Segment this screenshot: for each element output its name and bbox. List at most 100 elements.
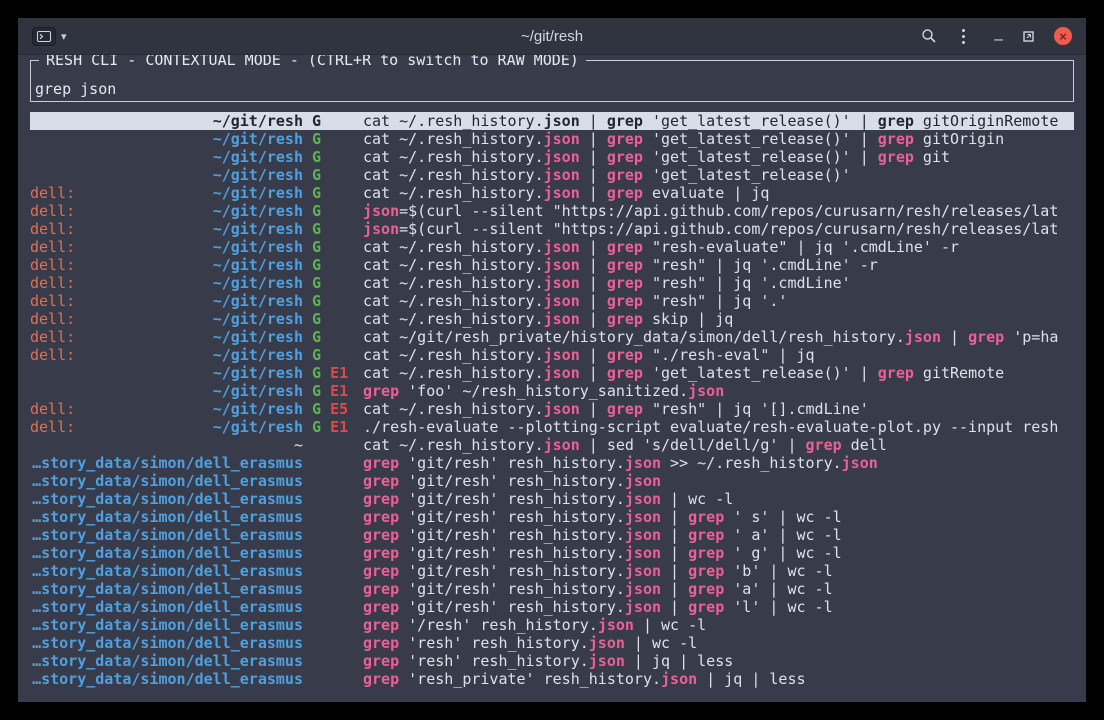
history-row[interactable]: dell:~/git/reshGcat ~/.resh_history.json… [30, 346, 1074, 364]
directory-label: …story_data/simon/dell_erasmus [32, 454, 303, 472]
match-highlight: json [625, 454, 661, 472]
terminal-screen: RESH CLI - CONTEXTUAL MODE - (CTRL+R to … [18, 55, 1086, 702]
history-row[interactable]: dell:~/git/reshGcat ~/git/resh_private/h… [30, 328, 1074, 346]
history-row[interactable]: ~/git/reshGcat ~/.resh_history.json | gr… [30, 112, 1074, 130]
command-text: cat ~/.resh_history.json | grep "resh" |… [363, 274, 1074, 292]
directory-label: ~/git/resh [213, 382, 303, 400]
status-flags [303, 670, 363, 688]
match-highlight: json [598, 616, 634, 634]
status-flags: G E1 [303, 382, 363, 400]
status-flags: G [303, 346, 363, 364]
host-label: dell: [30, 400, 75, 418]
minimize-button[interactable]: – [994, 26, 1003, 46]
search-icon[interactable] [921, 26, 937, 46]
match-highlight: json [544, 274, 580, 292]
match-highlight: grep [363, 526, 399, 544]
history-row[interactable]: …story_data/simon/dell_erasmusgrep '/res… [30, 616, 1074, 634]
history-row[interactable]: dell:~/git/reshG E5cat ~/.resh_history.j… [30, 400, 1074, 418]
flag-G: G [312, 400, 321, 418]
status-flags [303, 598, 363, 616]
resh-query-box: RESH CLI - CONTEXTUAL MODE - (CTRL+R to … [30, 60, 1074, 102]
command-text: grep 'git/resh' resh_history.json | grep… [363, 562, 1074, 580]
history-row[interactable]: …story_data/simon/dell_erasmusgrep 'git/… [30, 598, 1074, 616]
directory-label: …story_data/simon/dell_erasmus [32, 544, 303, 562]
command-text: cat ~/.resh_history.json | grep "resh" |… [363, 292, 1074, 310]
flag-E1: E1 [330, 418, 348, 436]
command-text: cat ~/.resh_history.json | grep evaluate… [363, 184, 1074, 202]
search-query-input[interactable]: grep json [35, 80, 116, 98]
history-row[interactable]: …story_data/simon/dell_erasmusgrep 'git/… [30, 526, 1074, 544]
directory-label: ~/git/resh [213, 166, 303, 184]
directory-label: ~/git/resh [213, 202, 303, 220]
status-flags [303, 436, 363, 454]
directory-label: ~/git/resh [213, 130, 303, 148]
kebab-menu-icon[interactable] [962, 26, 965, 46]
history-row[interactable]: …story_data/simon/dell_erasmusgrep 'git/… [30, 454, 1074, 472]
history-row[interactable]: ~/git/reshG E1grep 'foo' ~/resh_history_… [30, 382, 1074, 400]
match-highlight: grep [363, 670, 399, 688]
history-row[interactable]: dell:~/git/reshGcat ~/.resh_history.json… [30, 256, 1074, 274]
history-row[interactable]: …story_data/simon/dell_erasmusgrep 'git/… [30, 562, 1074, 580]
history-row[interactable]: …story_data/simon/dell_erasmusgrep 'git/… [30, 508, 1074, 526]
match-highlight: json [544, 400, 580, 418]
history-row[interactable]: dell:~/git/reshGjson=$(curl --silent "ht… [30, 202, 1074, 220]
history-row[interactable]: dell:~/git/reshG E1./resh-evaluate --plo… [30, 418, 1074, 436]
flag-E5: E5 [330, 400, 348, 418]
status-flags: G [303, 310, 363, 328]
match-highlight: json [544, 292, 580, 310]
window-title: ~/git/resh [262, 28, 842, 45]
directory-label: ~/git/resh [213, 238, 303, 256]
status-flags: G [303, 184, 363, 202]
history-row[interactable]: …story_data/simon/dell_erasmusgrep 'git/… [30, 580, 1074, 598]
directory-label: ~/git/resh [213, 256, 303, 274]
host-label: dell: [30, 418, 75, 436]
status-flags: G [303, 292, 363, 310]
command-text: cat ~/git/resh_private/history_data/simo… [363, 328, 1074, 346]
new-terminal-button[interactable]: ▾ [32, 27, 67, 46]
host-label: dell: [30, 202, 75, 220]
close-button[interactable]: × [1054, 27, 1072, 45]
match-highlight: json [905, 328, 941, 346]
match-highlight: json [625, 490, 661, 508]
history-row[interactable]: dell:~/git/reshGcat ~/.resh_history.json… [30, 292, 1074, 310]
history-row[interactable]: …story_data/simon/dell_erasmusgrep 'git/… [30, 472, 1074, 490]
flag-G: G [312, 220, 321, 238]
history-row[interactable]: dell:~/git/reshGcat ~/.resh_history.json… [30, 310, 1074, 328]
history-row[interactable]: dell:~/git/reshGcat ~/.resh_history.json… [30, 184, 1074, 202]
command-text: json=$(curl --silent "https://api.github… [363, 220, 1074, 238]
host-label: dell: [30, 292, 75, 310]
history-row[interactable]: …story_data/simon/dell_erasmusgrep 'git/… [30, 544, 1074, 562]
match-highlight: grep [688, 598, 724, 616]
match-highlight: json [625, 544, 661, 562]
history-row[interactable]: ~/git/reshG E1cat ~/.resh_history.json |… [30, 364, 1074, 382]
terminal-icon [32, 27, 56, 46]
directory-label: ~ [294, 436, 303, 454]
history-row[interactable]: ~/git/reshGcat ~/.resh_history.json | gr… [30, 130, 1074, 148]
history-row[interactable]: ~/git/reshGcat ~/.resh_history.json | gr… [30, 166, 1074, 184]
status-flags [303, 580, 363, 598]
match-highlight: grep [363, 508, 399, 526]
restore-window-button[interactable] [1022, 26, 1035, 46]
history-row[interactable]: ~/git/reshGcat ~/.resh_history.json | gr… [30, 148, 1074, 166]
history-row[interactable]: …story_data/simon/dell_erasmusgrep 'resh… [30, 670, 1074, 688]
match-highlight: grep [607, 184, 643, 202]
history-row[interactable]: dell:~/git/reshGjson=$(curl --silent "ht… [30, 220, 1074, 238]
history-row[interactable]: dell:~/git/reshGcat ~/.resh_history.json… [30, 238, 1074, 256]
directory-label: …story_data/simon/dell_erasmus [32, 526, 303, 544]
match-highlight: grep [688, 508, 724, 526]
status-flags: G [303, 328, 363, 346]
match-highlight: json [842, 454, 878, 472]
history-row[interactable]: ~cat ~/.resh_history.json | sed 's/dell/… [30, 436, 1074, 454]
directory-label: …story_data/simon/dell_erasmus [32, 652, 303, 670]
status-flags [303, 634, 363, 652]
history-row[interactable]: …story_data/simon/dell_erasmusgrep 'resh… [30, 634, 1074, 652]
history-row[interactable]: …story_data/simon/dell_erasmusgrep 'resh… [30, 652, 1074, 670]
directory-label: ~/git/resh [213, 346, 303, 364]
history-row[interactable]: dell:~/git/reshGcat ~/.resh_history.json… [30, 274, 1074, 292]
command-text: cat ~/.resh_history.json | grep 'get_lat… [363, 112, 1074, 130]
match-highlight: grep [688, 580, 724, 598]
history-row[interactable]: …story_data/simon/dell_erasmusgrep 'git/… [30, 490, 1074, 508]
match-highlight: json [544, 184, 580, 202]
directory-label: ~/git/resh [213, 220, 303, 238]
match-highlight: json [625, 472, 661, 490]
